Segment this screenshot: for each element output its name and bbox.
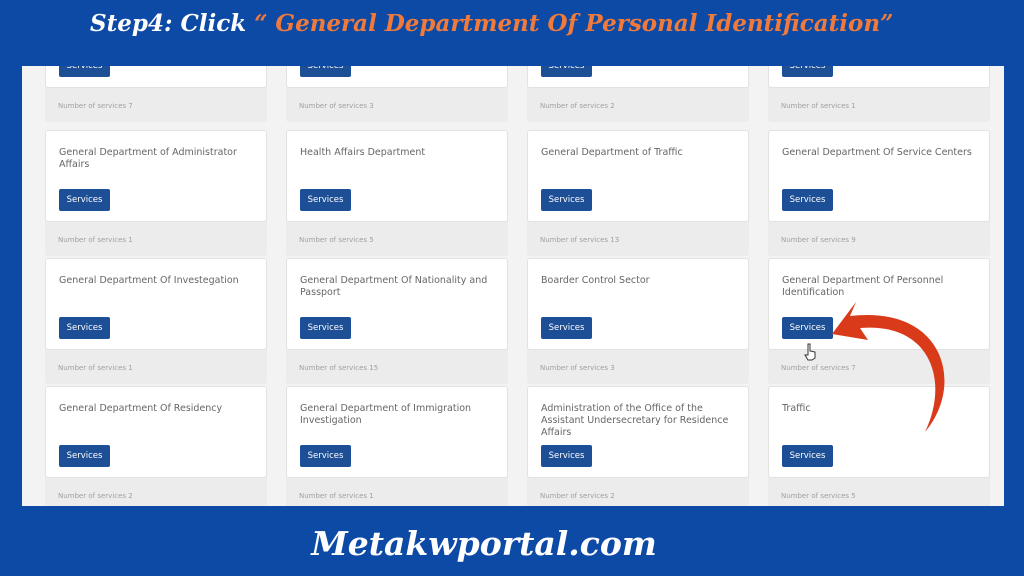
- department-card: Services Number of services 2: [527, 66, 749, 122]
- department-card: General Department Of Service Centers Ser…: [768, 130, 990, 256]
- department-title: Boarder Control Sector: [541, 275, 650, 286]
- services-count: Number of services 1: [781, 102, 856, 110]
- services-count: Number of services 7: [781, 364, 856, 372]
- department-card: Boarder Control Sector Services Number of …: [527, 258, 749, 384]
- department-card: Services Number of services 1: [768, 66, 990, 122]
- services-count: Number of services 2: [540, 102, 615, 110]
- services-count: Number of services 15: [299, 364, 379, 372]
- department-card-body: Services: [45, 66, 267, 88]
- department-card-body: General Department Of Service Centers Ser…: [768, 130, 990, 222]
- services-button[interactable]: Services: [541, 317, 592, 339]
- department-card-body: Traffic Services: [768, 386, 990, 478]
- department-card: General Department of Immigration Invest…: [286, 386, 508, 506]
- hand-cursor-icon: [804, 343, 816, 361]
- services-count: Number of services 1: [58, 364, 133, 372]
- department-card-body: General Department of Administrator Affa…: [45, 130, 267, 222]
- department-card-body: Services: [286, 66, 508, 88]
- department-card-body: Services: [527, 66, 749, 88]
- department-card-body: Health Affairs Department Services: [286, 130, 508, 222]
- department-title: Traffic: [782, 403, 811, 414]
- department-card-body: General Department Of Residency Services: [45, 386, 267, 478]
- department-title: General Department Of Residency: [59, 403, 223, 414]
- services-count: Number of services 5: [299, 236, 374, 244]
- department-title: General Department of Administrator Affa…: [59, 147, 237, 170]
- services-button[interactable]: Services: [300, 445, 351, 467]
- department-card-body: General Department of Traffic Services: [527, 130, 749, 222]
- department-title: Administration of the Office of the Assi…: [541, 403, 729, 438]
- department-title: General Department Of Nationality and Pa…: [300, 275, 488, 298]
- services-button[interactable]: Services: [541, 445, 592, 467]
- services-button[interactable]: Services: [59, 317, 110, 339]
- services-button[interactable]: Services: [782, 66, 833, 77]
- services-count: Number of services 7: [58, 102, 133, 110]
- department-title: Health Affairs Department: [300, 147, 426, 158]
- services-button[interactable]: Services: [782, 445, 833, 467]
- site-footer: Metakwportal.com: [0, 524, 1024, 563]
- services-count: Number of services 2: [58, 492, 133, 500]
- department-card: Services Number of services 7: [45, 66, 267, 122]
- services-count: Number of services 3: [540, 364, 615, 372]
- department-card-body: General Department Of Nationality and Pa…: [286, 258, 508, 350]
- department-title: General Department of Traffic: [541, 147, 683, 158]
- department-title: General Department of Immigration Invest…: [300, 403, 472, 426]
- services-count: Number of services 2: [540, 492, 615, 500]
- department-card: Health Affairs Department Services Number …: [286, 130, 508, 256]
- services-count: Number of services 3: [299, 102, 374, 110]
- department-title: General Department Of Personnel Identifi…: [782, 275, 944, 298]
- department-title: General Department Of Investegation: [59, 275, 239, 286]
- services-button[interactable]: Services: [300, 189, 351, 211]
- department-card: General Department Of Investegation Servi…: [45, 258, 267, 384]
- services-button[interactable]: Services: [541, 66, 592, 77]
- department-card: General Department Of Personnel Identifi…: [768, 258, 990, 384]
- department-card: Services Number of services 3: [286, 66, 508, 122]
- screenshot-frame: Services Number of services 7 Services Numb…: [22, 66, 1004, 506]
- services-count: Number of services 1: [299, 492, 374, 500]
- step-banner-highlight: “ General Department Of Personal Identif…: [254, 10, 894, 37]
- department-card: Administration of the Office of the Assi…: [527, 386, 749, 506]
- services-button[interactable]: Services: [59, 445, 110, 467]
- department-card-body: General Department Of Investegation Servi…: [45, 258, 267, 350]
- department-card: General Department of Administrator Affa…: [45, 130, 267, 256]
- services-button[interactable]: Services: [782, 189, 833, 211]
- services-button[interactable]: Services: [300, 317, 351, 339]
- department-card-body: Administration of the Office of the Assi…: [527, 386, 749, 478]
- department-card-body: General Department of Immigration Invest…: [286, 386, 508, 478]
- department-card: General Department of Traffic Services Num…: [527, 130, 749, 256]
- step-banner: Step4: Click “ General Department Of Per…: [90, 10, 893, 37]
- services-count: Number of services 5: [781, 492, 856, 500]
- services-button[interactable]: Services: [59, 66, 110, 77]
- department-card-body: General Department Of Personnel Identifi…: [768, 258, 990, 350]
- services-button[interactable]: Services: [782, 317, 833, 339]
- services-count: Number of services 13: [540, 236, 620, 244]
- services-count: Number of services 1: [58, 236, 133, 244]
- site-name: Metakwportal.com: [311, 524, 657, 563]
- department-card-body: Boarder Control Sector Services: [527, 258, 749, 350]
- department-card-body: Services: [768, 66, 990, 88]
- department-card: General Department Of Nationality and Pa…: [286, 258, 508, 384]
- services-button[interactable]: Services: [59, 189, 110, 211]
- services-button[interactable]: Services: [541, 189, 592, 211]
- step-banner-prefix: Step4: Click: [90, 10, 255, 37]
- department-card: General Department Of Residency Services N…: [45, 386, 267, 506]
- department-title: General Department Of Service Centers: [782, 147, 972, 158]
- services-count: Number of services 9: [781, 236, 856, 244]
- services-button[interactable]: Services: [300, 66, 351, 77]
- department-card: Traffic Services Number of services 5: [768, 386, 990, 506]
